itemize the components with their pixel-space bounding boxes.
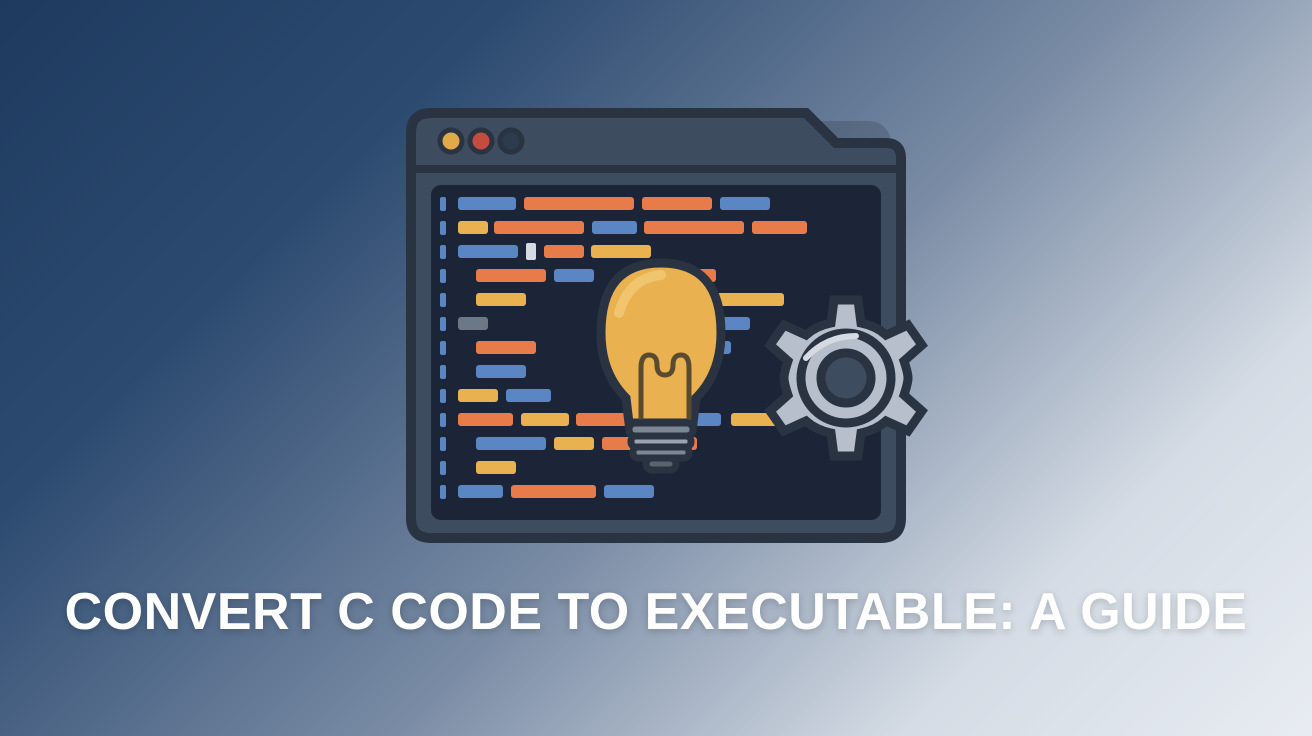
page-title: CONVERT C CODE TO EXECUTABLE: A GUIDE (65, 583, 1248, 643)
hero-container: CONVERT C CODE TO EXECUTABLE: A GUIDE (65, 93, 1248, 643)
hero-illustration (376, 93, 936, 553)
